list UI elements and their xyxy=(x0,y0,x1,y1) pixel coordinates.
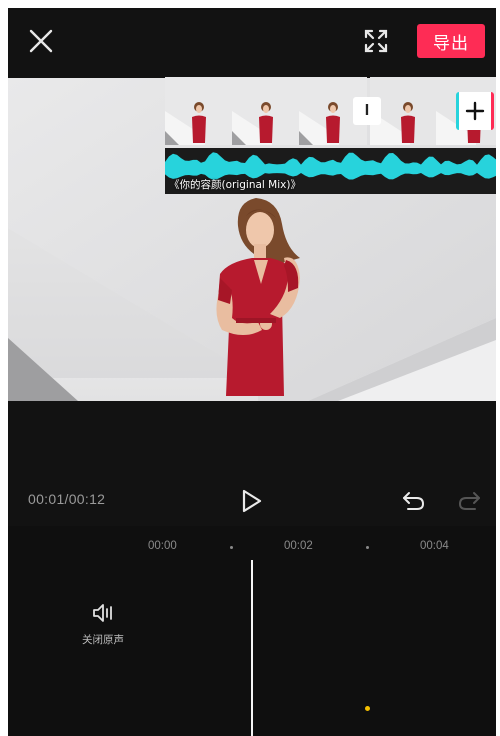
export-button[interactable]: 导出 xyxy=(417,24,485,58)
undo-icon[interactable] xyxy=(401,488,427,512)
video-clip[interactable] xyxy=(165,77,367,145)
ruler-dot xyxy=(230,546,233,549)
plus-icon xyxy=(465,101,485,121)
mute-original-audio-button[interactable]: 关闭原声 xyxy=(68,602,138,648)
close-icon[interactable] xyxy=(28,28,54,54)
video-editor: 导出 00:01/00:12 00:00 00:02 00:04 关闭原声 I … xyxy=(8,8,496,736)
time-readout: 00:01/00:12 xyxy=(28,491,106,507)
mute-label: 关闭原声 xyxy=(82,634,124,646)
audio-title: 《你的容颜(original Mix)》 xyxy=(169,179,301,191)
playhead[interactable] xyxy=(251,560,253,736)
add-clip-button[interactable] xyxy=(456,92,494,130)
beat-marker xyxy=(365,706,370,711)
ruler-tick: 00:02 xyxy=(284,540,313,552)
ruler-tick: 00:04 xyxy=(420,540,449,552)
audio-track[interactable]: 《你的容颜(original Mix)》 xyxy=(165,148,496,194)
transition-button[interactable]: I xyxy=(353,97,381,125)
redo-icon[interactable] xyxy=(456,488,482,512)
ruler-tick: 00:00 xyxy=(148,540,177,552)
play-icon[interactable] xyxy=(239,488,263,514)
speaker-icon xyxy=(93,604,112,622)
fullscreen-icon[interactable] xyxy=(363,28,389,54)
top-bar: 导出 xyxy=(8,8,496,78)
video-track xyxy=(165,77,496,145)
clip-thumbnails xyxy=(165,77,367,145)
ruler-dot xyxy=(366,546,369,549)
